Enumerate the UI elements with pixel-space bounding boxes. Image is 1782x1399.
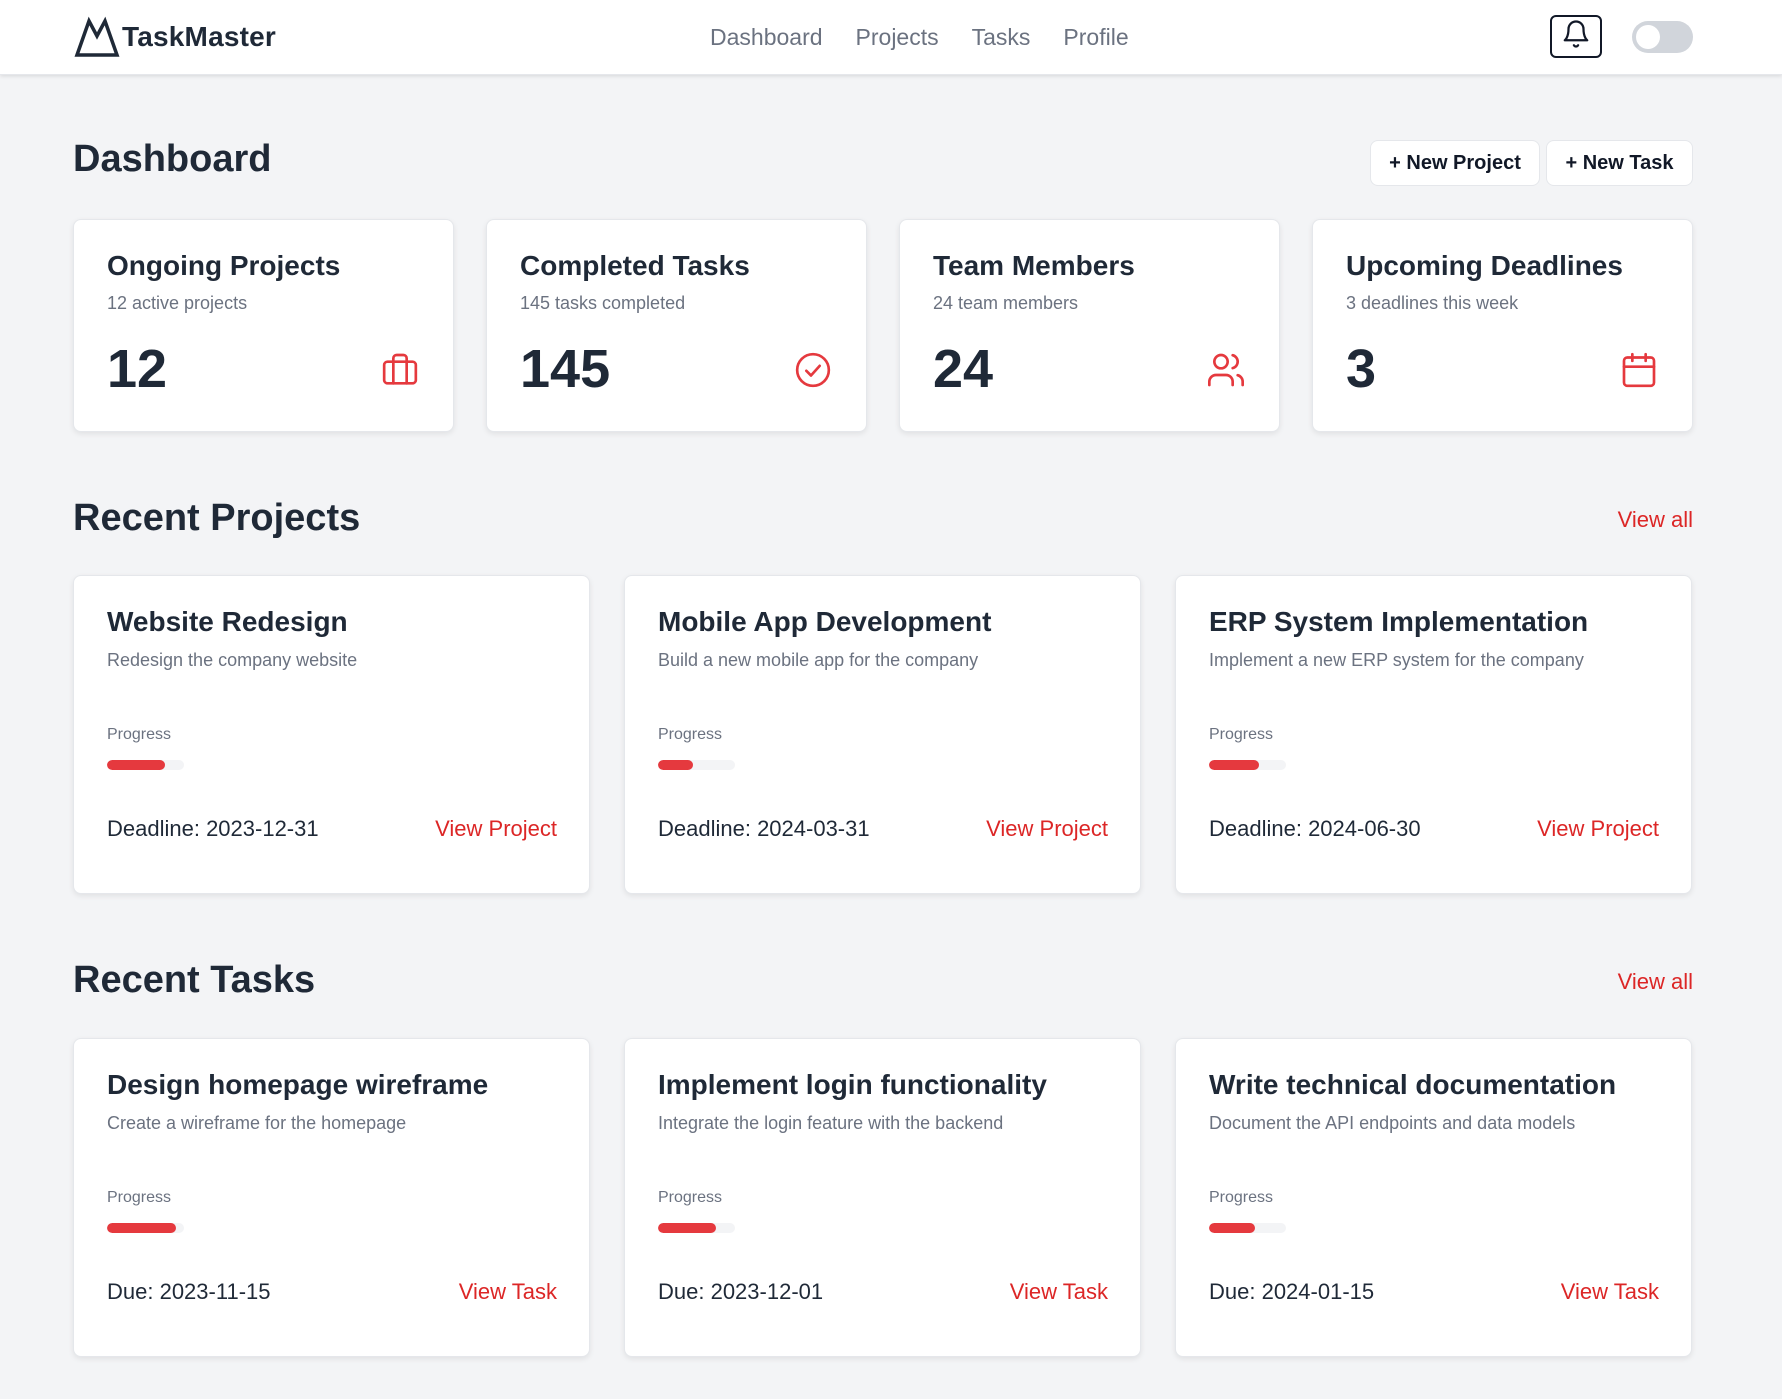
main-nav: Dashboard Projects Tasks Profile: [710, 22, 1162, 52]
progress-bar: [1209, 760, 1286, 770]
task-due-date: Due: 2024-01-15: [1209, 1279, 1375, 1304]
bell-icon: [1561, 19, 1591, 54]
view-project-link[interactable]: View Project: [986, 816, 1108, 842]
project-description: Redesign the company website: [107, 650, 358, 670]
view-project-link[interactable]: View Project: [1537, 816, 1659, 842]
top-navbar: TaskMaster Dashboard Projects Tasks Prof…: [0, 0, 1782, 75]
project-title: Mobile App Development: [658, 606, 992, 637]
progress-fill: [107, 1223, 177, 1233]
nav-tasks[interactable]: Tasks: [972, 22, 1031, 52]
app-name: TaskMaster: [122, 21, 277, 52]
progress-label: Progress: [107, 1189, 172, 1206]
check-circle-icon: [793, 350, 833, 390]
stat-subtitle: 12 active projects: [107, 293, 248, 313]
stat-value: 12: [107, 339, 168, 399]
task-card: Write technical documentation Document t…: [1175, 1038, 1692, 1357]
briefcase-icon: [380, 350, 420, 390]
project-description: Implement a new ERP system for the compa…: [1209, 650, 1584, 670]
theme-toggle[interactable]: [1632, 21, 1693, 53]
view-task-link[interactable]: View Task: [1010, 1279, 1108, 1305]
progress-fill: [107, 760, 165, 770]
stat-value: 145: [520, 339, 611, 399]
task-description: Create a wireframe for the homepage: [107, 1113, 407, 1133]
new-task-button[interactable]: + New Task: [1546, 140, 1693, 186]
project-deadline: Deadline: 2023-12-31: [107, 816, 319, 841]
stat-value: 3: [1346, 339, 1377, 399]
calendar-icon: [1619, 350, 1659, 390]
project-title: Website Redesign: [107, 606, 348, 637]
stat-card-ongoing-projects: Ongoing Projects 12 active projects 12: [73, 219, 454, 432]
stat-title: Completed Tasks: [520, 250, 750, 281]
project-card: Website Redesign Redesign the company we…: [73, 575, 590, 894]
stat-value: 24: [933, 339, 994, 399]
progress-label: Progress: [1209, 1189, 1274, 1206]
progress-bar: [658, 1223, 735, 1233]
progress-label: Progress: [107, 726, 172, 743]
progress-fill: [1209, 1223, 1256, 1233]
stat-title: Ongoing Projects: [107, 250, 341, 281]
nav-profile[interactable]: Profile: [1063, 22, 1128, 52]
section-title-recent-tasks: Recent Tasks: [73, 959, 316, 1001]
task-title: Design homepage wireframe: [107, 1069, 489, 1100]
project-title: ERP System Implementation: [1209, 606, 1589, 637]
progress-label: Progress: [658, 1189, 723, 1206]
project-description: Build a new mobile app for the company: [658, 650, 979, 670]
view-task-link[interactable]: View Task: [1561, 1279, 1659, 1305]
section-title-recent-projects: Recent Projects: [73, 497, 361, 539]
users-icon: [1206, 350, 1246, 390]
stat-card-completed-tasks: Completed Tasks 145 tasks completed 145: [486, 219, 867, 432]
nav-dashboard[interactable]: Dashboard: [710, 22, 823, 52]
nav-projects[interactable]: Projects: [856, 22, 939, 52]
stat-title: Team Members: [933, 250, 1135, 281]
task-due-date: Due: 2023-12-01: [658, 1279, 824, 1304]
progress-fill: [658, 760, 693, 770]
view-task-link[interactable]: View Task: [459, 1279, 557, 1305]
progress-fill: [1209, 760, 1260, 770]
progress-bar: [658, 760, 735, 770]
stat-title: Upcoming Deadlines: [1346, 250, 1623, 281]
brand[interactable]: TaskMaster: [74, 16, 276, 58]
task-title: Implement login functionality: [658, 1069, 1047, 1100]
project-deadline: Deadline: 2024-06-30: [1209, 816, 1421, 841]
view-project-link[interactable]: View Project: [435, 816, 557, 842]
progress-label: Progress: [658, 726, 723, 743]
project-card: ERP System Implementation Implement a ne…: [1175, 575, 1692, 894]
task-description: Document the API endpoints and data mode…: [1209, 1113, 1576, 1133]
task-card: Implement login functionality Integrate …: [624, 1038, 1141, 1357]
mountain-logo-icon: [74, 16, 120, 58]
task-due-date: Due: 2023-11-15: [107, 1279, 271, 1304]
stat-subtitle: 3 deadlines this week: [1346, 293, 1519, 313]
progress-bar: [107, 1223, 184, 1233]
task-description: Integrate the login feature with the bac…: [658, 1113, 1004, 1133]
view-all-tasks-link[interactable]: View all: [1618, 969, 1693, 995]
notifications-button[interactable]: [1550, 15, 1602, 58]
stat-card-upcoming-deadlines: Upcoming Deadlines 3 deadlines this week…: [1312, 219, 1693, 432]
stat-card-team-members: Team Members 24 team members 24: [899, 219, 1280, 432]
project-card: Mobile App Development Build a new mobil…: [624, 575, 1141, 894]
progress-bar: [1209, 1223, 1286, 1233]
progress-bar: [107, 760, 184, 770]
new-project-button[interactable]: + New Project: [1370, 140, 1540, 186]
stat-subtitle: 24 team members: [933, 293, 1079, 313]
stat-subtitle: 145 tasks completed: [520, 293, 686, 313]
page-title: Dashboard: [73, 138, 272, 180]
task-title: Write technical documentation: [1209, 1069, 1617, 1100]
toggle-knob: [1636, 25, 1660, 49]
progress-label: Progress: [1209, 726, 1274, 743]
view-all-projects-link[interactable]: View all: [1618, 507, 1693, 533]
project-deadline: Deadline: 2024-03-31: [658, 816, 870, 841]
progress-fill: [658, 1223, 716, 1233]
task-card: Design homepage wireframe Create a wiref…: [73, 1038, 590, 1357]
